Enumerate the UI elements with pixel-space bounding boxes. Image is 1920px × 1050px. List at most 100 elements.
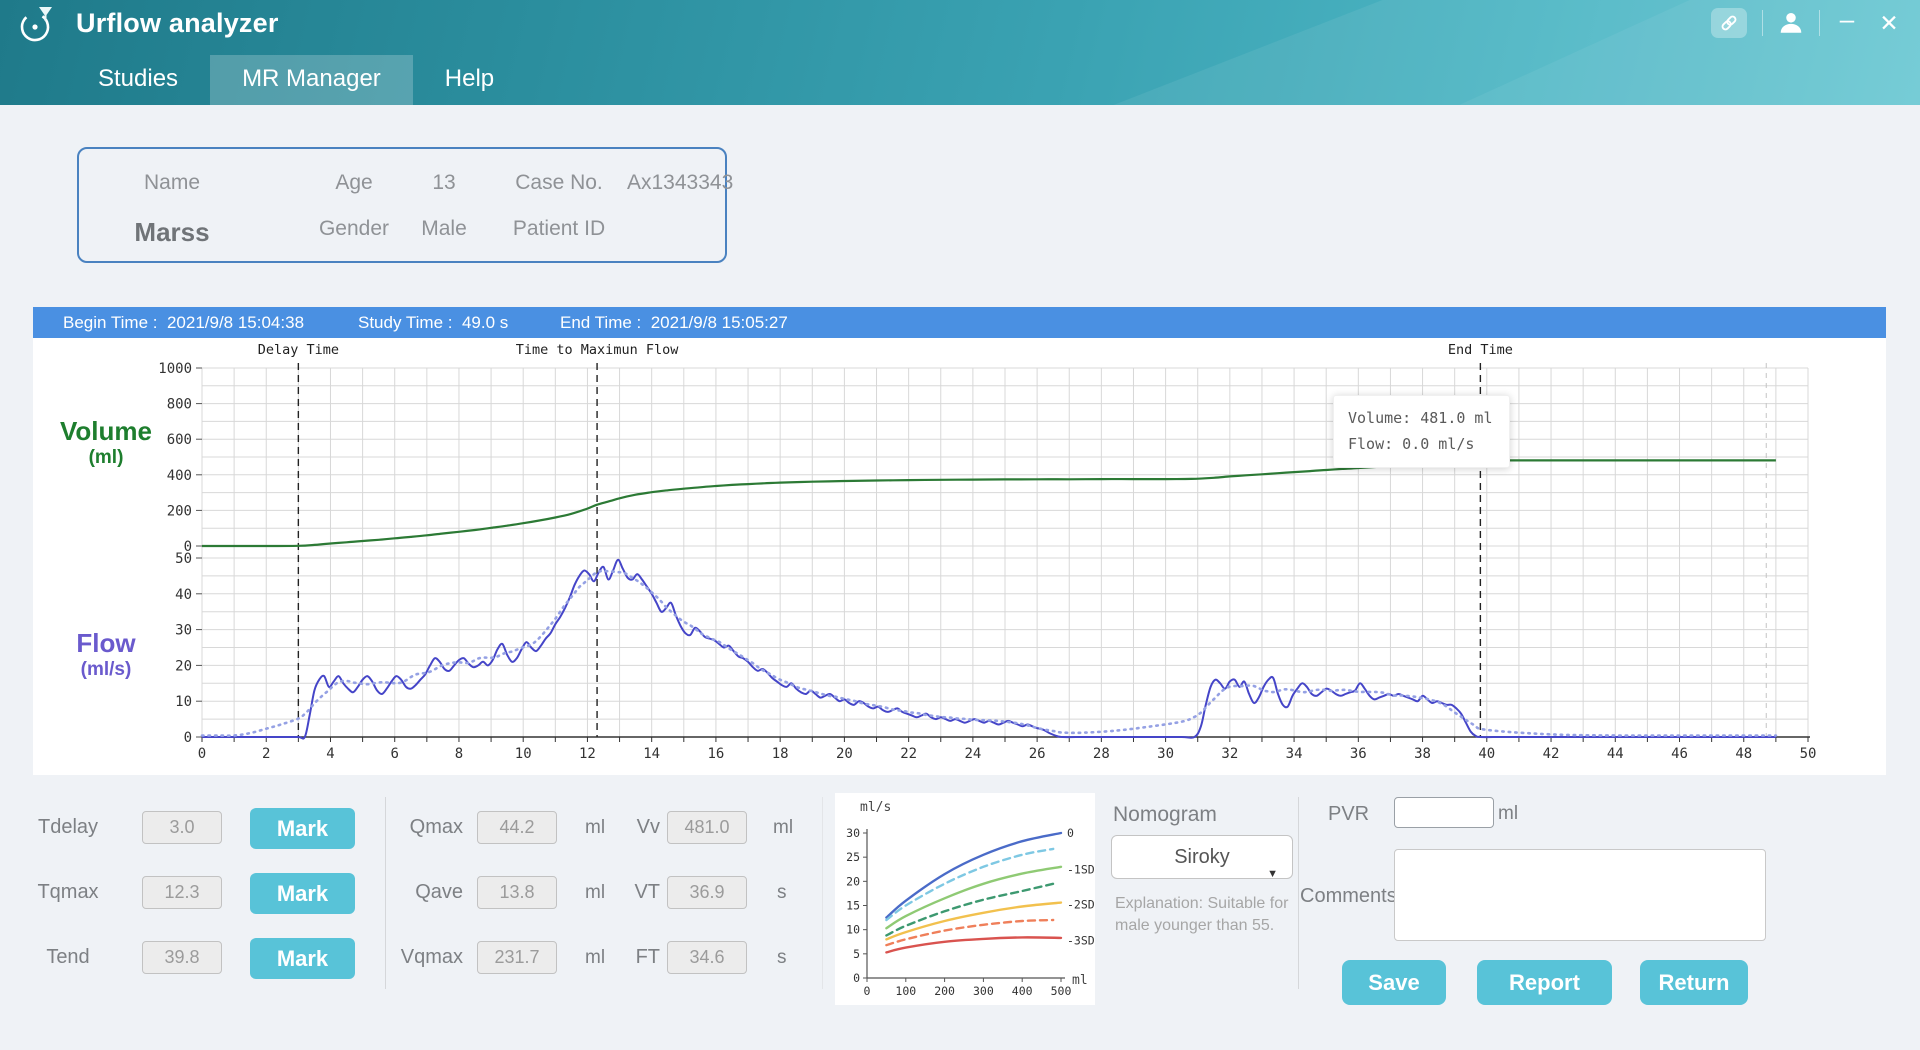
vt-unit: s bbox=[777, 882, 787, 904]
svg-text:6: 6 bbox=[391, 746, 399, 762]
svg-text:Delay Time: Delay Time bbox=[258, 342, 339, 358]
svg-text:End Time: End Time bbox=[1448, 342, 1513, 358]
svg-text:200: 200 bbox=[167, 503, 192, 519]
vv-unit: ml bbox=[773, 817, 793, 839]
svg-text:38: 38 bbox=[1414, 746, 1431, 762]
qmax-label: Qmax bbox=[375, 816, 463, 839]
save-button[interactable]: Save bbox=[1342, 960, 1446, 1005]
tdelay-label: Tdelay bbox=[28, 816, 108, 839]
svg-text:24: 24 bbox=[964, 746, 981, 762]
patient-age-value: 13 bbox=[409, 171, 479, 195]
svg-text:25: 25 bbox=[846, 850, 860, 864]
tqmax-mark-button[interactable]: Mark bbox=[250, 873, 355, 914]
vv-input[interactable] bbox=[667, 811, 747, 844]
svg-text:0: 0 bbox=[1067, 826, 1074, 840]
close-button[interactable]: ✕ bbox=[1874, 10, 1904, 37]
report-button[interactable]: Report bbox=[1477, 960, 1612, 1005]
qave-input[interactable] bbox=[477, 876, 557, 909]
ft-label: FT bbox=[590, 946, 660, 969]
tdelay-input[interactable] bbox=[142, 811, 222, 844]
menu-item-studies[interactable]: Studies bbox=[66, 55, 210, 105]
uroflow-chart-canvas: 0200400600800100001020304050024681012141… bbox=[33, 338, 1886, 775]
svg-text:5: 5 bbox=[853, 947, 860, 961]
svg-text:14: 14 bbox=[643, 746, 660, 762]
svg-text:50: 50 bbox=[175, 551, 192, 567]
volume-axis-label: Volume (ml) bbox=[41, 416, 171, 469]
title-bar: Urflow analyzer – ✕ bbox=[0, 0, 1920, 105]
end-time-label: End Time : 2021/9/8 15:05:27 bbox=[560, 307, 788, 338]
svg-text:30: 30 bbox=[1157, 746, 1174, 762]
ft-input[interactable] bbox=[667, 941, 747, 974]
svg-text:40: 40 bbox=[175, 587, 192, 603]
svg-text:26: 26 bbox=[1029, 746, 1046, 762]
svg-text:0: 0 bbox=[184, 730, 192, 746]
menu-item-mr-manager[interactable]: MR Manager bbox=[210, 55, 413, 105]
tend-input[interactable] bbox=[142, 941, 222, 974]
begin-time-value: 2021/9/8 15:04:38 bbox=[167, 313, 304, 332]
svg-text:10: 10 bbox=[846, 923, 860, 937]
tqmax-input[interactable] bbox=[142, 876, 222, 909]
svg-text:2: 2 bbox=[262, 746, 270, 762]
minimize-button[interactable]: – bbox=[1835, 9, 1859, 37]
app-logo-icon bbox=[16, 5, 56, 47]
user-icon[interactable] bbox=[1778, 10, 1804, 36]
begin-time-label: Begin Time : 2021/9/8 15:04:38 bbox=[63, 307, 304, 338]
divider bbox=[1819, 10, 1820, 36]
divider bbox=[1298, 797, 1299, 989]
svg-text:10: 10 bbox=[175, 694, 192, 710]
nomogram-select[interactable]: Siroky ▼ bbox=[1111, 835, 1293, 879]
svg-text:1000: 1000 bbox=[158, 361, 192, 377]
tdelay-mark-button[interactable]: Mark bbox=[250, 808, 355, 849]
svg-text:50: 50 bbox=[1800, 746, 1817, 762]
control-panel: Tdelay Mark Tqmax Mark Tend Mark Qmax ml… bbox=[0, 775, 1920, 1050]
pvr-unit: ml bbox=[1498, 803, 1518, 825]
study-time-value: 49.0 s bbox=[462, 313, 508, 332]
vqmax-label: Vqmax bbox=[375, 946, 463, 969]
tend-mark-button[interactable]: Mark bbox=[250, 938, 355, 979]
qmax-input[interactable] bbox=[477, 811, 557, 844]
nomogram-chart-canvas: ml/sml05101520253001002003004005000-1SD-… bbox=[835, 793, 1095, 1005]
svg-text:44: 44 bbox=[1607, 746, 1624, 762]
svg-text:ml: ml bbox=[1072, 973, 1088, 988]
vv-label: Vv bbox=[590, 816, 660, 839]
return-button[interactable]: Return bbox=[1640, 960, 1748, 1005]
svg-text:30: 30 bbox=[175, 623, 192, 639]
ft-unit: s bbox=[777, 947, 787, 969]
svg-text:4: 4 bbox=[326, 746, 334, 762]
window-controls: – ✕ bbox=[1711, 8, 1910, 38]
main-menu: Studies MR Manager Help bbox=[66, 55, 526, 105]
nomogram-chart: ml/sml05101520253001002003004005000-1SD-… bbox=[835, 793, 1095, 1005]
svg-text:10: 10 bbox=[515, 746, 532, 762]
svg-text:400: 400 bbox=[1012, 984, 1033, 998]
chevron-down-icon: ▼ bbox=[1267, 853, 1278, 895]
divider bbox=[1762, 10, 1763, 36]
nomogram-explanation: Explanation: Suitable for male younger t… bbox=[1115, 893, 1295, 936]
comments-textarea[interactable] bbox=[1394, 849, 1766, 941]
svg-text:15: 15 bbox=[846, 899, 860, 913]
pvr-input[interactable] bbox=[1394, 797, 1494, 828]
svg-text:20: 20 bbox=[836, 746, 853, 762]
nomogram-selected-value: Siroky bbox=[1174, 846, 1230, 868]
patient-name-label: Name bbox=[107, 171, 237, 195]
svg-text:46: 46 bbox=[1671, 746, 1688, 762]
svg-text:8: 8 bbox=[455, 746, 463, 762]
svg-text:800: 800 bbox=[167, 397, 192, 413]
svg-text:28: 28 bbox=[1093, 746, 1110, 762]
pvr-label: PVR bbox=[1328, 803, 1369, 826]
patient-case-label: Case No. bbox=[499, 171, 619, 195]
svg-text:100: 100 bbox=[895, 984, 916, 998]
svg-text:20: 20 bbox=[846, 874, 860, 888]
svg-text:Time to Maximun Flow: Time to Maximun Flow bbox=[516, 342, 679, 358]
svg-text:400: 400 bbox=[167, 468, 192, 484]
svg-text:0: 0 bbox=[864, 984, 871, 998]
app-title: Urflow analyzer bbox=[76, 8, 279, 39]
patient-case-value: Ax1343343 bbox=[627, 171, 727, 195]
svg-text:ml/s: ml/s bbox=[860, 800, 891, 815]
menu-item-help[interactable]: Help bbox=[413, 55, 526, 105]
chart-tooltip: Volume: 481.0 ml Flow: 0.0 ml/s bbox=[1333, 395, 1510, 468]
vqmax-input[interactable] bbox=[477, 941, 557, 974]
svg-text:16: 16 bbox=[707, 746, 724, 762]
link-icon[interactable] bbox=[1711, 8, 1747, 38]
vt-input[interactable] bbox=[667, 876, 747, 909]
end-time-value: 2021/9/8 15:05:27 bbox=[651, 313, 788, 332]
